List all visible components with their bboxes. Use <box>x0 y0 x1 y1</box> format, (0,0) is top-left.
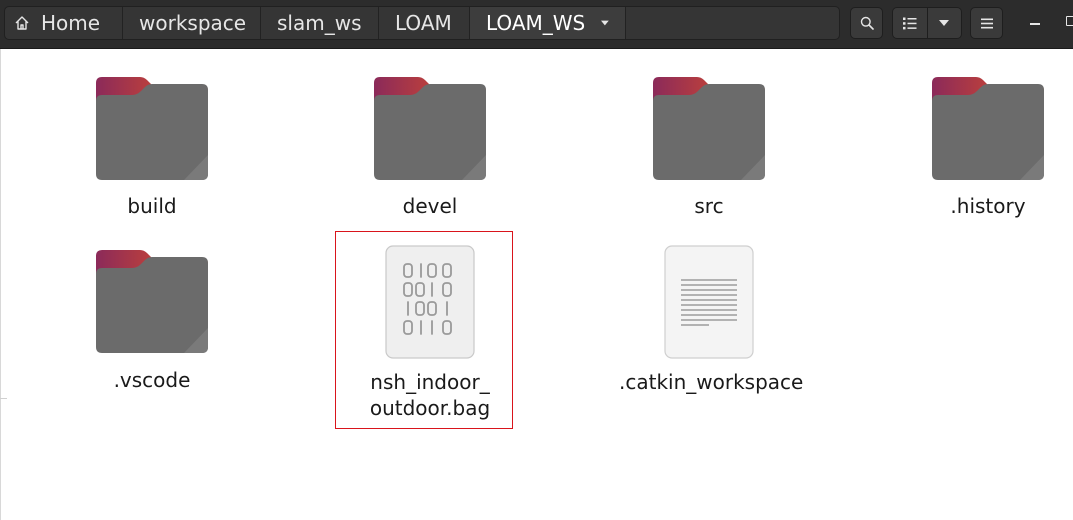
folder-icon <box>96 77 208 180</box>
breadcrumb-home-label: Home <box>41 11 101 35</box>
content-left-border <box>0 49 1 520</box>
file-item-catkin-workspace[interactable]: .catkin_workspace <box>619 233 804 403</box>
hamburger-menu-icon <box>980 18 993 28</box>
maximize-button[interactable] <box>1066 16 1073 26</box>
breadcrumb-workspace[interactable]: workspace <box>123 7 261 39</box>
header-bar: Home workspace slam_ws LOAM LOAM_WS <box>0 0 1073 49</box>
file-item-label: .history <box>950 194 1026 218</box>
minimize-button[interactable] <box>1030 23 1040 25</box>
folder-icon <box>374 77 486 180</box>
view-options <box>892 7 962 39</box>
home-icon <box>15 16 29 30</box>
file-item-label: nsh_indoor_ outdoor.bag <box>369 370 491 420</box>
breadcrumb-slam-ws-label: slam_ws <box>277 11 362 35</box>
content-left-divider <box>0 398 7 399</box>
breadcrumb-home[interactable]: Home <box>5 7 123 39</box>
breadcrumb-loam-ws-label: LOAM_WS <box>486 11 586 35</box>
folder-icon <box>932 77 1044 180</box>
file-manager-window: Home workspace slam_ws LOAM LOAM_WS buil… <box>0 0 1073 520</box>
breadcrumb-slam-ws[interactable]: slam_ws <box>261 7 379 39</box>
chevron-down-icon <box>601 20 609 26</box>
breadcrumb-workspace-label: workspace <box>139 11 247 35</box>
view-menu-button[interactable] <box>926 8 961 38</box>
folder-icon <box>96 250 208 353</box>
file-item-devel[interactable]: devel <box>340 60 520 235</box>
file-item-vscode[interactable]: .vscode <box>62 233 242 403</box>
file-item-label: build <box>127 194 177 218</box>
file-item-src[interactable]: src <box>619 60 799 235</box>
search-icon <box>860 16 874 30</box>
chevron-down-icon <box>939 20 950 26</box>
folder-icon <box>653 77 765 180</box>
breadcrumb-loam-ws[interactable]: LOAM_WS <box>470 7 626 39</box>
text-file-icon <box>664 245 754 359</box>
breadcrumb: Home workspace slam_ws LOAM LOAM_WS <box>4 6 840 40</box>
breadcrumb-loam-label: LOAM <box>395 11 452 35</box>
file-item-label: src <box>694 194 724 218</box>
file-item-history[interactable]: .history <box>898 60 1073 235</box>
file-item-build[interactable]: build <box>62 60 242 235</box>
search-button[interactable] <box>850 7 883 39</box>
main-menu-button[interactable] <box>970 7 1003 39</box>
breadcrumb-loam[interactable]: LOAM <box>379 7 470 39</box>
file-item-bag[interactable]: nsh_indoor_ outdoor.bag <box>340 233 520 428</box>
list-view-button[interactable] <box>893 8 927 38</box>
file-item-label: .vscode <box>113 368 191 392</box>
file-item-label: devel <box>402 194 458 218</box>
binary-file-icon <box>385 245 475 359</box>
file-item-label: .catkin_workspace <box>619 370 804 394</box>
list-view-icon <box>902 17 917 29</box>
